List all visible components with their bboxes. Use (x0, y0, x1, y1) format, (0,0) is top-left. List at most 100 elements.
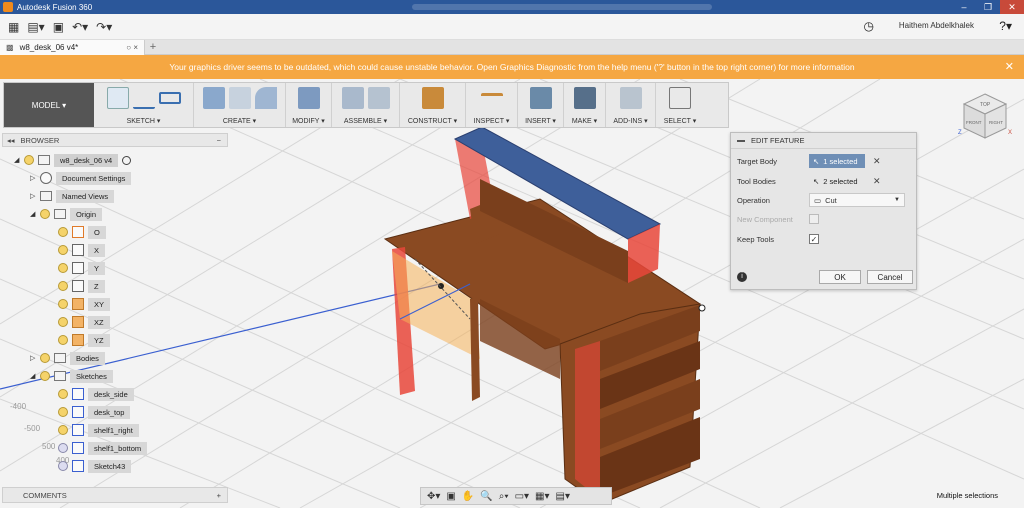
operation-dropdown[interactable]: ▭ Cut ▼ (809, 193, 905, 207)
expand-arrow-icon[interactable]: ▷ (30, 174, 40, 182)
tree-node-sketch-shelf1-bottom[interactable]: shelf1_bottom (58, 441, 148, 455)
pattern-icon[interactable] (228, 87, 251, 109)
new-tab-button[interactable]: + (145, 40, 161, 54)
tree-node-sketch-desk-top[interactable]: desk_top (58, 405, 131, 419)
assemble-group[interactable]: ASSEMBLE ▾ (332, 83, 400, 127)
assemble-menu[interactable]: ASSEMBLE ▾ (344, 117, 387, 125)
rectangle-tool-icon[interactable] (158, 92, 181, 104)
expand-arrow-icon[interactable]: ▷ (30, 192, 40, 200)
grid-icon[interactable]: ▦▾ (535, 491, 549, 502)
user-name[interactable]: Haithem Abdelkhalek (899, 21, 974, 30)
sweep-icon[interactable] (254, 87, 277, 109)
look-at-icon[interactable]: ▣ (446, 491, 455, 502)
file-icon[interactable]: ▤▾ (27, 20, 44, 34)
fit-icon[interactable]: ⌕▾ (499, 491, 509, 502)
tree-node-x-axis[interactable]: X (58, 243, 106, 257)
apps-grid-icon[interactable]: ▦ (8, 20, 19, 34)
help-icon[interactable]: ?▾ (999, 19, 1012, 33)
lightbulb-icon[interactable] (58, 227, 68, 237)
tab-close-icon[interactable]: ○ × (126, 43, 138, 52)
clock-icon[interactable]: ◷ (864, 19, 874, 33)
expand-arrow-icon[interactable]: ◢ (30, 372, 40, 380)
lightbulb-icon[interactable] (58, 461, 68, 471)
workspace-switcher[interactable]: MODEL ▾ (4, 83, 94, 127)
desk-model[interactable] (383, 126, 706, 505)
inspect-menu[interactable]: INSPECT ▾ (474, 117, 510, 125)
zoom-icon[interactable]: 🔍 (480, 491, 492, 502)
line-tool-icon[interactable] (132, 87, 155, 109)
keep-tools-checkbox[interactable]: ✓ (809, 234, 819, 244)
select-tool-icon[interactable] (669, 87, 691, 109)
tree-node-xy-plane[interactable]: XY (58, 297, 111, 311)
cancel-button[interactable]: Cancel (867, 270, 913, 284)
insert-image-icon[interactable] (529, 87, 552, 109)
tree-node-y-axis[interactable]: Y (58, 261, 106, 275)
lightbulb-icon[interactable] (58, 443, 68, 453)
pan-icon[interactable]: ✋ (462, 491, 474, 502)
browser-minimize-icon[interactable]: − (217, 136, 221, 145)
redo-icon[interactable]: ↷▾ (96, 20, 112, 34)
expand-arrow-icon[interactable]: ◢ (14, 156, 24, 164)
browser-collapse-icon[interactable]: ◂◂ (7, 136, 15, 145)
dialog-collapse-icon[interactable] (737, 139, 745, 142)
tree-node-root[interactable]: ◢ w8_desk_06 v4 (14, 153, 132, 167)
joint-icon[interactable] (367, 87, 390, 109)
lightbulb-icon[interactable] (58, 299, 68, 309)
tree-node-sketches[interactable]: ◢ Sketches (30, 369, 113, 383)
lightbulb-icon[interactable] (58, 425, 68, 435)
document-tab[interactable]: ▩ w8_desk_06 v4* ○ × (0, 40, 145, 55)
select-menu[interactable]: SELECT ▾ (664, 117, 697, 125)
construct-group[interactable]: CONSTRUCT ▾ (400, 83, 466, 127)
measure-icon[interactable] (480, 93, 503, 103)
lightbulb-icon[interactable] (58, 407, 68, 417)
browser-panel-header[interactable]: ◂◂ BROWSER − (2, 133, 228, 147)
lightbulb-icon[interactable] (40, 353, 50, 363)
offset-plane-icon[interactable] (421, 87, 444, 109)
scripts-icon[interactable] (619, 87, 642, 109)
tool-bodies-selection[interactable]: ↖ 2 selected (809, 174, 865, 188)
insert-group[interactable]: INSERT ▾ (518, 83, 564, 127)
make-menu[interactable]: MAKE ▾ (572, 117, 597, 125)
orbit-icon[interactable]: ✥▾ (427, 491, 440, 502)
tree-node-sketch-shelf1-right[interactable]: shelf1_right (58, 423, 139, 437)
lightbulb-icon[interactable] (58, 317, 68, 327)
insert-menu[interactable]: INSERT ▾ (525, 117, 556, 125)
3d-print-icon[interactable] (573, 87, 596, 109)
create-sketch-icon[interactable] (106, 87, 129, 109)
select-group[interactable]: SELECT ▾ (656, 83, 704, 127)
tree-node-bodies[interactable]: ▷ Bodies (30, 351, 105, 365)
tree-node-document-settings[interactable]: ▷ Document Settings (30, 171, 132, 185)
expand-arrow-icon[interactable]: ◢ (30, 210, 40, 218)
viewcube[interactable]: TOP FRONT RIGHT Z X (956, 90, 1014, 146)
lightbulb-icon[interactable] (40, 371, 50, 381)
clear-tools-icon[interactable]: ✕ (873, 176, 881, 187)
tree-node-xz-plane[interactable]: XZ (58, 315, 110, 329)
add-comment-icon[interactable]: + (217, 491, 221, 500)
undo-icon[interactable]: ↶▾ (72, 20, 88, 34)
construct-menu[interactable]: CONSTRUCT ▾ (408, 117, 457, 125)
info-icon[interactable]: i (737, 272, 747, 282)
lightbulb-icon[interactable] (58, 389, 68, 399)
tree-node-origin-point[interactable]: O (58, 225, 106, 239)
addins-group[interactable]: ADD-INS ▾ (606, 83, 656, 127)
comments-panel[interactable]: COMMENTS + (2, 487, 228, 503)
inspect-group[interactable]: INSPECT ▾ (466, 83, 518, 127)
sketch-menu[interactable]: SKETCH ▾ (127, 117, 161, 125)
tree-node-z-axis[interactable]: Z (58, 279, 105, 293)
lightbulb-icon[interactable] (40, 209, 50, 219)
activate-radio-icon[interactable] (122, 155, 132, 165)
tree-node-named-views[interactable]: ▷ Named Views (30, 189, 115, 203)
create-group[interactable]: CREATE ▾ (194, 83, 286, 127)
warning-close-button[interactable]: ✕ (1005, 60, 1014, 73)
save-icon[interactable]: ▣ (53, 20, 64, 34)
tree-node-sketch43[interactable]: Sketch43 (58, 459, 132, 473)
lightbulb-icon[interactable] (58, 281, 68, 291)
lightbulb-icon[interactable] (58, 263, 68, 273)
tree-node-yz-plane[interactable]: YZ (58, 333, 110, 347)
ok-button[interactable]: OK (819, 270, 861, 284)
restore-button[interactable]: ❐ (976, 0, 1000, 14)
modify-group[interactable]: MODIFY ▾ (286, 83, 332, 127)
extrude-icon[interactable] (202, 87, 225, 109)
lightbulb-icon[interactable] (58, 245, 68, 255)
target-body-selection[interactable]: ↖ 1 selected (809, 154, 865, 168)
